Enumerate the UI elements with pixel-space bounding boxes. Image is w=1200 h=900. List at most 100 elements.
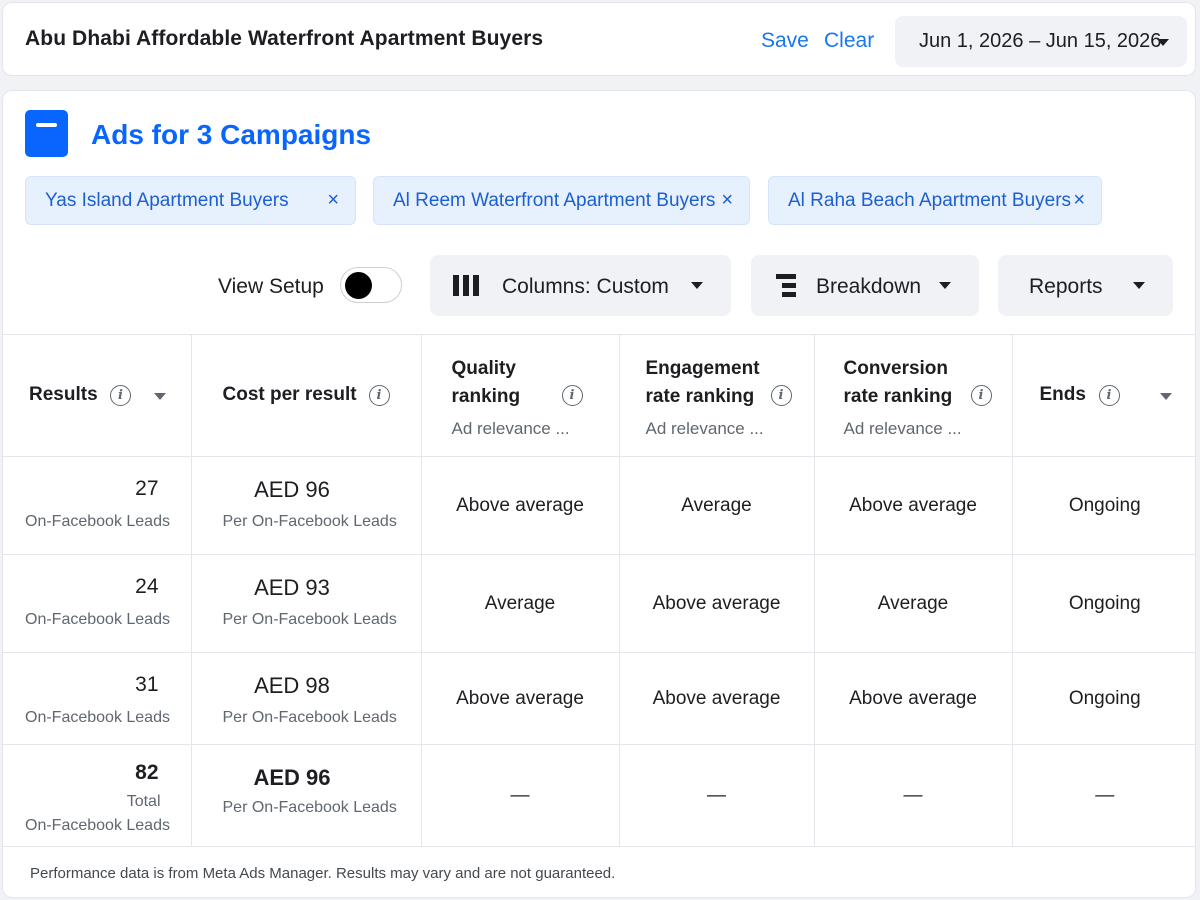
close-icon[interactable]: × xyxy=(721,189,733,212)
cost-cell: AED 93 Per On-Facebook Leads xyxy=(190,554,422,653)
ends-cell: Ongoing xyxy=(1011,652,1195,745)
total-ends-dash: — xyxy=(1011,744,1195,847)
quality-ranking-cell: Above average xyxy=(420,652,620,745)
header-card: Abu Dhabi Affordable Waterfront Apartmen… xyxy=(2,2,1196,76)
info-circle-icon[interactable]: i xyxy=(970,385,992,406)
date-range-label: Jun 1, 2026 – Jun 15, 2026 xyxy=(919,30,1162,52)
header-label: ranking xyxy=(451,386,521,407)
table-row[interactable]: 24 On-Facebook Leads AED 93 Per On-Faceb… xyxy=(3,554,1195,653)
info-circle-icon[interactable]: i xyxy=(1098,385,1120,406)
campaign-chip-yas-island[interactable]: Yas Island Apartment Buyers × xyxy=(25,176,356,225)
reports-button[interactable]: Reports xyxy=(998,255,1173,316)
total-results-value: 82 xyxy=(135,761,159,784)
total-quality-dash: — xyxy=(420,744,620,847)
results-cell: 24 On-Facebook Leads xyxy=(3,554,192,653)
columns-icon xyxy=(453,275,479,296)
cost-cell: AED 96 Per On-Facebook Leads xyxy=(190,456,422,555)
campaign-chip-al-reem[interactable]: Al Reem Waterfront Apartment Buyers × xyxy=(373,176,750,225)
column-header-cost-per-result[interactable]: Cost per result i xyxy=(190,334,422,457)
conversion-ranking-cell: Above average xyxy=(813,456,1013,555)
section-title: Ads for 3 Campaigns xyxy=(91,119,372,150)
chip-label: Al Raha Beach Apartment Buyers xyxy=(788,189,1072,211)
caret-down-icon xyxy=(1157,39,1169,46)
breakdown-button[interactable]: Breakdown xyxy=(751,255,979,316)
column-header-results[interactable]: Results i xyxy=(3,334,192,457)
results-cell: 31 On-Facebook Leads xyxy=(3,652,192,745)
caret-down-icon[interactable] xyxy=(154,393,166,400)
save-link[interactable]: Save xyxy=(761,29,809,53)
total-label: Total xyxy=(126,793,161,810)
reports-label: Reports xyxy=(1029,275,1103,298)
column-header-engagement-rate-ranking[interactable]: Engagement rate ranking i Ad relevance .… xyxy=(618,334,815,457)
info-circle-icon[interactable]: i xyxy=(110,385,131,406)
close-icon[interactable]: × xyxy=(1073,189,1085,212)
ends-cell: Ongoing xyxy=(1011,554,1195,653)
header-label: Engagement xyxy=(645,358,760,379)
results-value: 31 xyxy=(135,673,159,696)
header-label: rate ranking xyxy=(843,386,953,407)
cost-sub: Per On-Facebook Leads xyxy=(222,513,397,530)
engagement-ranking-cell: Above average xyxy=(618,554,815,653)
total-cost-cell: AED 96 Per On-Facebook Leads xyxy=(190,744,422,847)
results-cell: 27 On-Facebook Leads xyxy=(3,456,192,555)
chip-label: Yas Island Apartment Buyers xyxy=(45,189,289,211)
table-row[interactable]: 31 On-Facebook Leads AED 98 Per On-Faceb… xyxy=(3,652,1195,745)
total-results-cell: 82 Total On-Facebook Leads xyxy=(3,744,192,847)
header-label: Conversion xyxy=(843,358,949,379)
header-label: Results xyxy=(29,384,98,405)
total-conversion-dash: — xyxy=(813,744,1013,847)
results-value: 27 xyxy=(135,477,159,500)
header-sub: Ad relevance ... xyxy=(843,419,962,438)
results-table: Results i Cost per result i Quality rank… xyxy=(3,334,1195,847)
results-table-wrap: Results i Cost per result i Quality rank… xyxy=(3,334,1195,847)
cost-value: AED 96 xyxy=(254,477,330,502)
column-header-conversion-rate-ranking[interactable]: Conversion rate ranking i Ad relevance .… xyxy=(813,334,1013,457)
column-header-ends[interactable]: Ends i xyxy=(1011,334,1195,457)
columns-button[interactable]: Columns: Custom xyxy=(430,255,731,316)
breakdown-icon xyxy=(776,274,798,297)
info-circle-icon[interactable]: i xyxy=(770,385,792,406)
total-cost-value: AED 96 xyxy=(253,765,331,790)
ads-badge-icon xyxy=(25,110,68,157)
table-total-row: 82 Total On-Facebook Leads AED 96 Per On… xyxy=(3,744,1195,847)
caret-down-icon xyxy=(939,282,951,289)
conversion-ranking-cell: Average xyxy=(813,554,1013,653)
total-engagement-dash: — xyxy=(618,744,815,847)
conversion-ranking-cell: Above average xyxy=(813,652,1013,745)
clear-link[interactable]: Clear xyxy=(824,29,874,53)
header-sub: Ad relevance ... xyxy=(451,419,570,438)
results-sub: On-Facebook Leads xyxy=(25,709,170,726)
close-icon[interactable]: × xyxy=(327,189,339,212)
footer-disclaimer: Performance data is from Meta Ads Manage… xyxy=(30,865,616,882)
column-header-quality-ranking[interactable]: Quality ranking i Ad relevance ... xyxy=(420,334,620,457)
results-sub: On-Facebook Leads xyxy=(25,611,170,628)
header-label: Ends xyxy=(1039,384,1086,405)
page-title: Abu Dhabi Affordable Waterfront Apartmen… xyxy=(25,27,544,50)
toggle-knob xyxy=(345,272,372,299)
ends-cell: Ongoing xyxy=(1011,456,1195,555)
date-range-picker[interactable]: Jun 1, 2026 – Jun 15, 2026 xyxy=(895,16,1187,67)
caret-down-icon xyxy=(691,282,703,289)
info-circle-icon[interactable]: i xyxy=(368,385,390,406)
header-label: rate ranking xyxy=(645,386,755,407)
results-sub: On-Facebook Leads xyxy=(25,513,170,530)
campaign-chip-al-raha[interactable]: Al Raha Beach Apartment Buyers × xyxy=(768,176,1102,225)
quality-ranking-cell: Above average xyxy=(420,456,620,555)
header-sub: Ad relevance ... xyxy=(645,419,764,438)
caret-down-icon[interactable] xyxy=(1159,393,1172,400)
breakdown-label: Breakdown xyxy=(816,275,922,298)
cost-sub: Per On-Facebook Leads xyxy=(222,611,397,628)
quality-ranking-cell: Average xyxy=(420,554,620,653)
table-row[interactable]: 27 On-Facebook Leads AED 96 Per On-Faceb… xyxy=(3,456,1195,555)
engagement-ranking-cell: Average xyxy=(618,456,815,555)
total-results-sub: On-Facebook Leads xyxy=(25,817,170,834)
header-label: Cost per result xyxy=(222,384,357,405)
cost-value: AED 93 xyxy=(254,575,330,600)
main-card: Ads for 3 Campaigns Yas Island Apartment… xyxy=(2,90,1196,898)
total-cost-sub: Per On-Facebook Leads xyxy=(222,799,397,816)
cost-cell: AED 98 Per On-Facebook Leads xyxy=(190,652,422,745)
table-header-row: Results i Cost per result i Quality rank… xyxy=(3,334,1195,457)
info-circle-icon[interactable]: i xyxy=(561,385,583,406)
results-value: 24 xyxy=(135,575,159,598)
view-setup-toggle[interactable] xyxy=(340,267,402,303)
